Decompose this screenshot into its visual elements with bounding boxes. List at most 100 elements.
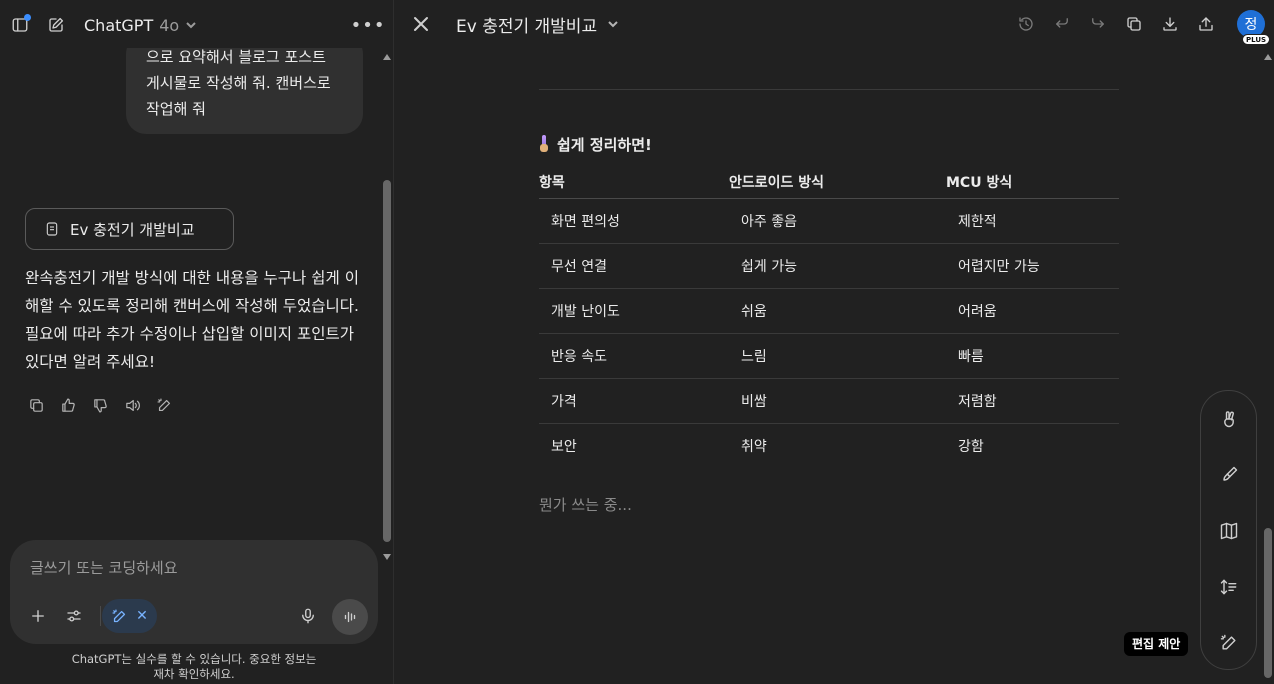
table-row: 화면 편의성 아주 좋음 제한적: [539, 198, 1119, 244]
open-canvas-button[interactable]: Ev 충전기 개발비교: [25, 208, 234, 250]
redo-button[interactable]: [1086, 12, 1110, 36]
table-row: 보안 취약 강함: [539, 423, 1119, 468]
model-name: ChatGPT: [84, 15, 154, 35]
share-icon: [1199, 17, 1213, 31]
attach-button[interactable]: [21, 599, 55, 633]
table-cell: 저렴함: [946, 378, 1119, 424]
table-row: 무선 연결 쉽게 가능 어렵지만 가능: [539, 243, 1119, 289]
table-cell: 취약: [741, 438, 767, 455]
thumbs-up-icon: [61, 398, 75, 412]
scrollbar-thumb[interactable]: [383, 180, 391, 542]
dictate-button[interactable]: [291, 599, 325, 633]
section-heading: 쉽게 정리하면!: [539, 134, 652, 154]
table-cell: 비쌈: [729, 378, 946, 424]
table-cell: 아주 좋음: [729, 198, 946, 244]
table-header: MCU 방식: [946, 169, 1119, 199]
adjust-length-button[interactable]: [1215, 573, 1243, 601]
comparison-table: 항목 안드로이드 방식 MCU 방식 화면 편의성 아주 좋음 제한적 무선 연…: [539, 169, 1119, 468]
canvas-pane: Ev 충전기 개발비교 정 PLUS 쉽게 정리하면! 항목 안드로이드 방식 …: [395, 0, 1274, 684]
ellipsis-icon: •••: [350, 14, 386, 36]
pencil-sparkle-icon: [112, 608, 126, 622]
read-aloud-button[interactable]: [121, 394, 143, 416]
sidebar-toggle-button[interactable]: [8, 13, 32, 37]
length-icon: [1220, 579, 1237, 595]
document-icon: [46, 222, 58, 236]
chat-topbar: ChatGPT 4o •••: [0, 0, 394, 48]
message-actions: [25, 394, 175, 416]
microphone-icon: [302, 608, 314, 624]
canvas-title: Ev 충전기 개발비교: [456, 16, 598, 37]
table-header: 항목: [539, 169, 729, 199]
disclaimer: ChatGPT는 실수를 할 수 있습니다. 중요한 정보는 재차 확인하세요.: [0, 652, 388, 682]
reading-level-button[interactable]: [1215, 517, 1243, 545]
edit-suggest-tooltip: 편집 제안: [1124, 632, 1189, 656]
model-selector[interactable]: ChatGPT 4o: [84, 13, 197, 37]
share-button[interactable]: [1194, 12, 1218, 36]
voice-mode-button[interactable]: [332, 599, 368, 635]
canvas-chip-label: Ev 충전기 개발비교: [70, 220, 195, 239]
table-row: 가격 비쌈 저렴함: [539, 378, 1119, 424]
thumbs-down-button[interactable]: [89, 394, 111, 416]
pencil-sparkle-icon: [1220, 634, 1236, 650]
canvas-tool-pill[interactable]: ✕: [102, 599, 157, 633]
thumbs-down-icon: [93, 398, 107, 412]
divider: [539, 89, 1119, 90]
table-cell: 제한적: [946, 198, 1119, 244]
table-header-row: 항목 안드로이드 방식 MCU 방식: [539, 169, 1119, 199]
peace-hand-icon: [1224, 411, 1234, 428]
suggest-edits-button[interactable]: [1215, 629, 1243, 657]
table-cell: 어렵지만 가능: [946, 243, 1119, 289]
table-cell: 느림: [729, 333, 946, 379]
disclaimer-line-2: 재차 확인하세요.: [153, 667, 235, 681]
copy-canvas-button[interactable]: [1122, 12, 1146, 36]
copy-button[interactable]: [25, 394, 47, 416]
table-cell: 개발 난이도: [539, 288, 729, 334]
canvas-scrollbar[interactable]: [1263, 50, 1273, 684]
scroll-up-arrow-icon[interactable]: [383, 54, 391, 60]
chevron-down-icon: [186, 22, 196, 29]
canvas-document[interactable]: 쉽게 정리하면! 항목 안드로이드 방식 MCU 방식 화면 편의성 아주 좋음…: [539, 48, 1119, 684]
composer: ✕: [10, 540, 378, 644]
message-input[interactable]: [30, 556, 350, 580]
close-icon: [414, 17, 428, 31]
compose-icon: [49, 17, 64, 32]
pencil-sparkle-icon: [157, 398, 170, 411]
add-emojis-button[interactable]: [1215, 405, 1243, 433]
composer-divider: [100, 606, 101, 626]
chat-scrollbar[interactable]: [382, 52, 392, 562]
screwdriver-emoji-icon: [539, 135, 549, 153]
scrollbar-thumb[interactable]: [1264, 528, 1272, 678]
canvas-title-menu[interactable]: Ev 충전기 개발비교: [456, 12, 619, 37]
table-cell: 어려움: [946, 288, 1119, 334]
remove-tool-icon[interactable]: ✕: [136, 608, 148, 624]
version-history-button[interactable]: [1014, 12, 1038, 36]
download-button[interactable]: [1158, 12, 1182, 36]
thumbs-up-button[interactable]: [57, 394, 79, 416]
notification-dot: [24, 14, 31, 21]
table-cell: 강함: [958, 438, 984, 455]
close-canvas-button[interactable]: [409, 12, 433, 36]
undo-button[interactable]: [1050, 12, 1074, 36]
undo-icon: [1056, 18, 1068, 28]
more-options-button[interactable]: •••: [351, 13, 385, 37]
scroll-up-arrow-icon[interactable]: [1264, 54, 1272, 60]
download-icon: [1163, 17, 1177, 31]
section-heading-text: 쉽게 정리하면!: [557, 135, 652, 154]
plus-icon: [32, 610, 44, 622]
table-cell: 쉬움: [729, 288, 946, 334]
assistant-message: 완속충전기 개발 방식에 대한 내용을 누구나 쉽게 이해할 수 있도록 정리해…: [25, 269, 359, 371]
history-icon: [1019, 17, 1033, 31]
speaker-icon: [125, 399, 140, 411]
new-chat-button[interactable]: [44, 13, 68, 37]
tools-button[interactable]: [57, 599, 91, 633]
table-header: 안드로이드 방식: [729, 169, 946, 199]
book-icon: [1220, 522, 1238, 540]
edit-in-canvas-button[interactable]: [153, 394, 175, 416]
user-message: 으로 요약해서 블로그 포스트 게시물로 작성해 줘. 캔버스로 작업해 줘: [126, 48, 363, 134]
table-row: 개발 난이도 쉬움 어려움: [539, 288, 1119, 334]
table-cell: 화면 편의성: [539, 198, 729, 244]
table-cell: 쉽게 가능: [729, 243, 946, 289]
scroll-down-arrow-icon[interactable]: [383, 554, 391, 560]
add-final-polish-button[interactable]: [1215, 461, 1243, 489]
table-cell: 무선 연결: [539, 243, 729, 289]
